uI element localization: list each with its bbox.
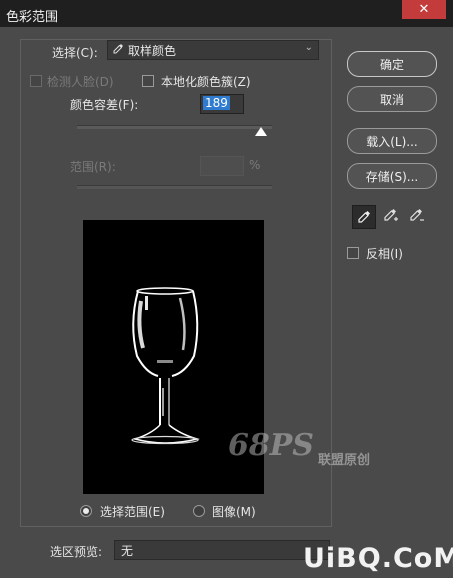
invert-label: 反相(I): [366, 247, 403, 261]
selection-radio[interactable]: [80, 505, 92, 517]
fuzziness-label: 颜色容差(F):: [70, 98, 139, 112]
fuzziness-value: 189: [203, 96, 230, 110]
watermark-caption: 联盟原创: [318, 453, 371, 468]
watermark-logo: 68PS: [228, 428, 314, 463]
selection-radio-label: 选择范围(E): [100, 505, 165, 519]
window-title: 色彩范围: [6, 10, 59, 25]
fuzziness-slider-thumb[interactable]: [255, 127, 267, 136]
title-bar: [0, 0, 453, 27]
fuzziness-input[interactable]: 189: [200, 94, 244, 114]
range-input[interactable]: [200, 156, 244, 176]
eyedropper-icon[interactable]: [352, 205, 376, 229]
localized-clusters-checkbox[interactable]: [142, 75, 154, 87]
select-value: 取样颜色: [128, 44, 177, 58]
select-dropdown[interactable]: 取样颜色 ⌄: [107, 40, 319, 60]
close-icon: ✕: [418, 2, 430, 17]
detect-faces-label: 检测人脸(D): [47, 75, 114, 89]
invert-checkbox[interactable]: [347, 247, 359, 259]
selection-preview-dropdown[interactable]: 无: [114, 540, 330, 560]
range-slider-track: [77, 185, 272, 189]
save-button[interactable]: 存储(S)...: [347, 163, 437, 189]
detect-faces-checkbox[interactable]: [30, 75, 42, 87]
cancel-button[interactable]: 取消: [347, 86, 437, 112]
add-to-sample-eyedropper-icon[interactable]: [380, 205, 402, 227]
range-label: 范围(R):: [70, 160, 116, 174]
image-radio[interactable]: [193, 505, 205, 517]
chevron-down-icon: ⌄: [304, 42, 313, 53]
selection-preview-value: 无: [121, 544, 134, 558]
close-button[interactable]: ✕: [402, 0, 446, 19]
eyedropper-icon: [112, 43, 124, 58]
fuzziness-slider-track[interactable]: [77, 125, 272, 129]
watermark-site: UiBQ.CoM: [303, 543, 453, 574]
ok-button[interactable]: 确定: [347, 51, 437, 77]
image-radio-label: 图像(M): [212, 505, 256, 519]
selection-preview-label: 选区预览:: [50, 545, 103, 559]
select-label: 选择(C):: [52, 46, 98, 60]
localized-clusters-label: 本地化颜色簇(Z): [161, 75, 251, 89]
subtract-from-sample-eyedropper-icon[interactable]: [406, 205, 428, 227]
range-unit: %: [249, 158, 261, 172]
load-button[interactable]: 载入(L)...: [347, 128, 437, 154]
